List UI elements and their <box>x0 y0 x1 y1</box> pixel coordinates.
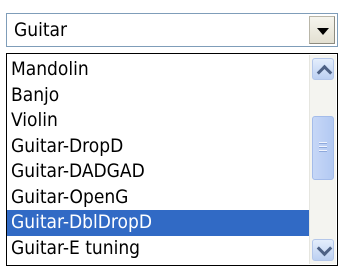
list-item[interactable]: Mandolin <box>7 57 311 83</box>
scroll-up-button[interactable] <box>312 58 334 81</box>
chevron-down-icon <box>316 240 333 257</box>
list-item[interactable]: Banjo <box>7 83 311 109</box>
instrument-combo-box[interactable]: Guitar <box>6 13 338 47</box>
triangle-down-icon <box>317 28 329 35</box>
chevron-up-icon <box>316 64 333 81</box>
list-item[interactable]: Violin <box>7 108 311 134</box>
list-item[interactable]: Guitar-DADGAD <box>7 159 311 185</box>
grip-line <box>319 150 327 152</box>
combo-selected-value: Guitar <box>14 19 68 41</box>
list-item[interactable]: Guitar-OpenG <box>7 185 311 211</box>
vertical-scrollbar[interactable] <box>309 55 336 264</box>
list-item[interactable]: Guitar-E tuning <box>7 236 311 262</box>
list-item-selected[interactable]: Guitar-DblDropD <box>7 210 311 236</box>
dropdown-button[interactable] <box>309 16 335 44</box>
scroll-down-button[interactable] <box>312 239 334 261</box>
list-item[interactable]: Guitar-DropD <box>7 134 311 160</box>
options-list: Mandolin Banjo Violin Guitar-DropD Guita… <box>7 57 311 261</box>
grip-line <box>319 146 327 148</box>
instrument-dropdown-list[interactable]: Mandolin Banjo Violin Guitar-DropD Guita… <box>6 53 338 266</box>
grip-line <box>319 142 327 144</box>
scrollbar-thumb[interactable] <box>312 116 334 180</box>
